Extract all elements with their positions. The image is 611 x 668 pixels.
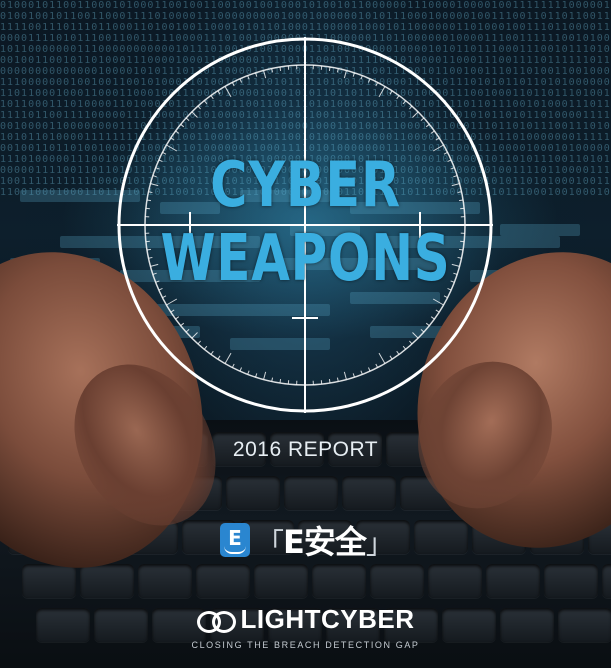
reticle-tick [210, 350, 214, 355]
reticle-tick [231, 82, 235, 87]
reticle-tick [443, 295, 448, 299]
reticle-tick [224, 352, 232, 364]
reticle-tick [343, 70, 347, 79]
reticle-tick [191, 332, 198, 339]
reticle-tick [231, 363, 235, 368]
reticle-tick [360, 370, 363, 375]
reticle-tick [255, 72, 258, 77]
linked-rings-logo-icon [196, 609, 236, 633]
reticle-tick [425, 322, 430, 327]
reticle-tick [180, 322, 185, 327]
reticle-tick [352, 72, 355, 77]
bracket-open: 「 [256, 527, 284, 560]
reticle-tick [360, 75, 363, 80]
reticle-tick [180, 123, 185, 128]
reticle-tick [170, 137, 175, 141]
reticle-tick [197, 340, 201, 345]
reticle-tick [203, 100, 208, 105]
badge-text: E安全 [283, 523, 367, 561]
reticle-tick [217, 355, 221, 360]
reticle-tick [170, 309, 175, 313]
reticle-tick [420, 329, 425, 333]
reticle-tick [255, 373, 258, 378]
reticle-tick [263, 371, 267, 380]
reticle-tick [412, 332, 419, 339]
reticle-tick [375, 82, 379, 87]
reticle-tick [396, 95, 400, 100]
brand-name: LIGHTCYBER [240, 604, 415, 634]
reticle-tick [239, 367, 243, 372]
reticle-tick [396, 350, 400, 355]
reticle-tick [328, 66, 331, 71]
reticle-tick [239, 78, 243, 83]
reticle-tick [279, 66, 282, 71]
reticle-tick [210, 95, 214, 100]
badge-label: 「E安全」 [256, 517, 394, 563]
reticle-tick [425, 123, 430, 128]
e-book-icon: E [220, 523, 250, 557]
reticle-tick [175, 130, 180, 134]
reticle-tick [432, 298, 444, 306]
reticle-tick [367, 367, 371, 372]
reticle-tick [191, 111, 198, 118]
reticle-tick [430, 130, 435, 134]
reticle-tick [197, 105, 201, 110]
reticle-tick [247, 75, 250, 80]
reticle-tick [185, 329, 190, 333]
reticle-tick [430, 316, 435, 320]
reticle-tick [409, 105, 413, 110]
reticle-tick [203, 345, 208, 350]
reticle-tick [412, 111, 419, 118]
watermark-badge: E 「E安全」 [220, 522, 394, 561]
report-subtitle: 2016 REPORT [232, 438, 379, 461]
title-line-1: CYBER [210, 148, 401, 221]
reticle-tick [279, 379, 282, 384]
reticle-tick [435, 309, 440, 313]
reticle-tick [420, 117, 425, 121]
reticle-tick [378, 86, 386, 98]
reticle-tick [162, 295, 167, 299]
crosshair-reticle [117, 37, 493, 413]
reticle-tick [247, 370, 250, 375]
title-line-2: WEAPONS [160, 222, 451, 296]
reticle-tick [352, 373, 355, 378]
reticle-tick [378, 352, 386, 364]
reticle-tick [166, 298, 178, 306]
reticle-tick [343, 371, 347, 380]
reticle-tick [328, 379, 331, 384]
reticle-tick [217, 90, 221, 95]
reticle-tick [402, 345, 407, 350]
reticle-tick [389, 90, 393, 95]
reticle-tick [224, 86, 232, 98]
reticle-tick [402, 100, 407, 105]
reticle-tick [389, 355, 393, 360]
reticle-tick [175, 316, 180, 320]
reticle-tick [435, 137, 440, 141]
brand-tagline: CLOSING THE BREACH DETECTION GAP [191, 640, 420, 650]
reticle-tick [409, 340, 413, 345]
reticle-tick [375, 363, 379, 368]
reticle-tick [185, 117, 190, 121]
brand-lockup: LIGHTCYBER [0, 604, 611, 635]
bracket-close: 」 [365, 527, 394, 560]
cover-image: 0100010110011000101000110010011001001001… [0, 0, 611, 668]
reticle-tick [263, 70, 267, 79]
reticle-tick [367, 78, 371, 83]
